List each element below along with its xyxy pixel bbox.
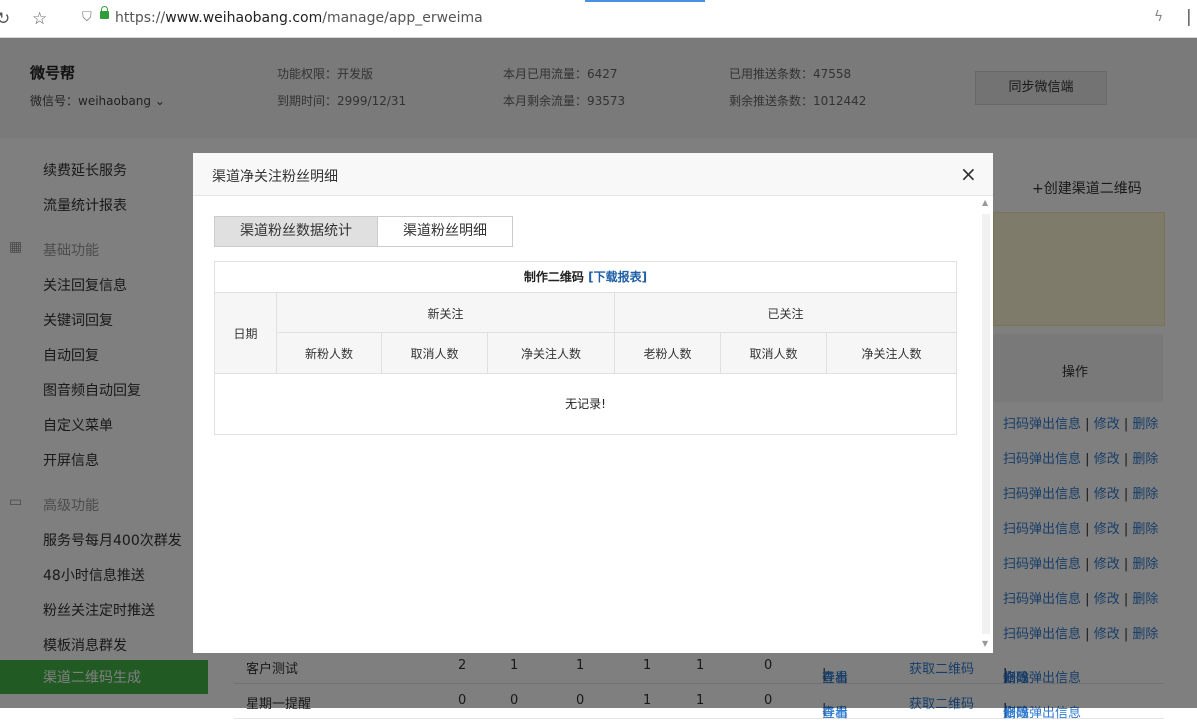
- modal-tabs: 渠道粉丝数据统计 渠道粉丝明细: [214, 216, 513, 247]
- scroll-down-icon[interactable]: ▼: [982, 639, 988, 648]
- menu-handle-icon[interactable]: |: [1186, 7, 1192, 27]
- scrollbar-track[interactable]: [982, 214, 990, 634]
- fans-report-table: 制作二维码 [下载报表] 日期 新关注 已关注 新粉人数 取消人数 净关注人数 …: [214, 261, 957, 435]
- lightning-icon[interactable]: ϟ: [1154, 9, 1163, 25]
- download-report-link[interactable]: [下载报表]: [588, 270, 647, 284]
- modal-header: 渠道净关注粉丝明细 ×: [193, 153, 993, 196]
- col-old-net: 净关注人数: [861, 347, 922, 361]
- bookmark-star-icon[interactable]: ☆: [32, 9, 47, 29]
- scroll-up-icon[interactable]: ▲: [982, 198, 988, 207]
- lock-icon: [100, 6, 109, 19]
- col-new-cancel: 取消人数: [410, 347, 459, 361]
- modal-scrollbar[interactable]: ▲ ▼: [979, 196, 993, 653]
- col-date: 日期: [233, 327, 258, 341]
- tab-fans-detail[interactable]: 渠道粉丝明细: [377, 216, 513, 247]
- shield-icon: ⛉: [82, 10, 92, 25]
- col-new-fans: 新粉人数: [304, 347, 353, 361]
- col-new-net: 净关注人数: [520, 347, 581, 361]
- active-tab-indicator: [585, 0, 705, 2]
- modal-title: 渠道净关注粉丝明细: [212, 169, 338, 185]
- empty-state: 无记录!: [565, 397, 606, 411]
- browser-toolbar: ↻ ☆ ⛉ https://www.weihaobang.com/manage/…: [0, 0, 1197, 38]
- col-old-cancel: 取消人数: [749, 347, 798, 361]
- table-caption: 制作二维码 [下载报表]: [215, 262, 956, 293]
- url-text[interactable]: https://www.weihaobang.com/manage/app_er…: [115, 10, 483, 26]
- col-old-fans: 老粉人数: [643, 347, 692, 361]
- reload-icon[interactable]: ↻: [0, 9, 10, 29]
- close-icon[interactable]: ×: [960, 162, 977, 186]
- col-group-existing-follow: 已关注: [767, 307, 804, 321]
- col-group-new-follow: 新关注: [427, 307, 464, 321]
- tab-fans-statistics[interactable]: 渠道粉丝数据统计: [214, 216, 378, 247]
- table-header: 日期 新关注 已关注 新粉人数 取消人数 净关注人数 老粉人数 取消人数 净关注…: [215, 293, 956, 374]
- channel-fans-modal: 渠道净关注粉丝明细 × ▲ ▼ 渠道粉丝数据统计 渠道粉丝明细 制作二维码 [下…: [193, 153, 993, 653]
- address-bar[interactable]: ⛉ https://www.weihaobang.com/manage/app_…: [73, 4, 1183, 32]
